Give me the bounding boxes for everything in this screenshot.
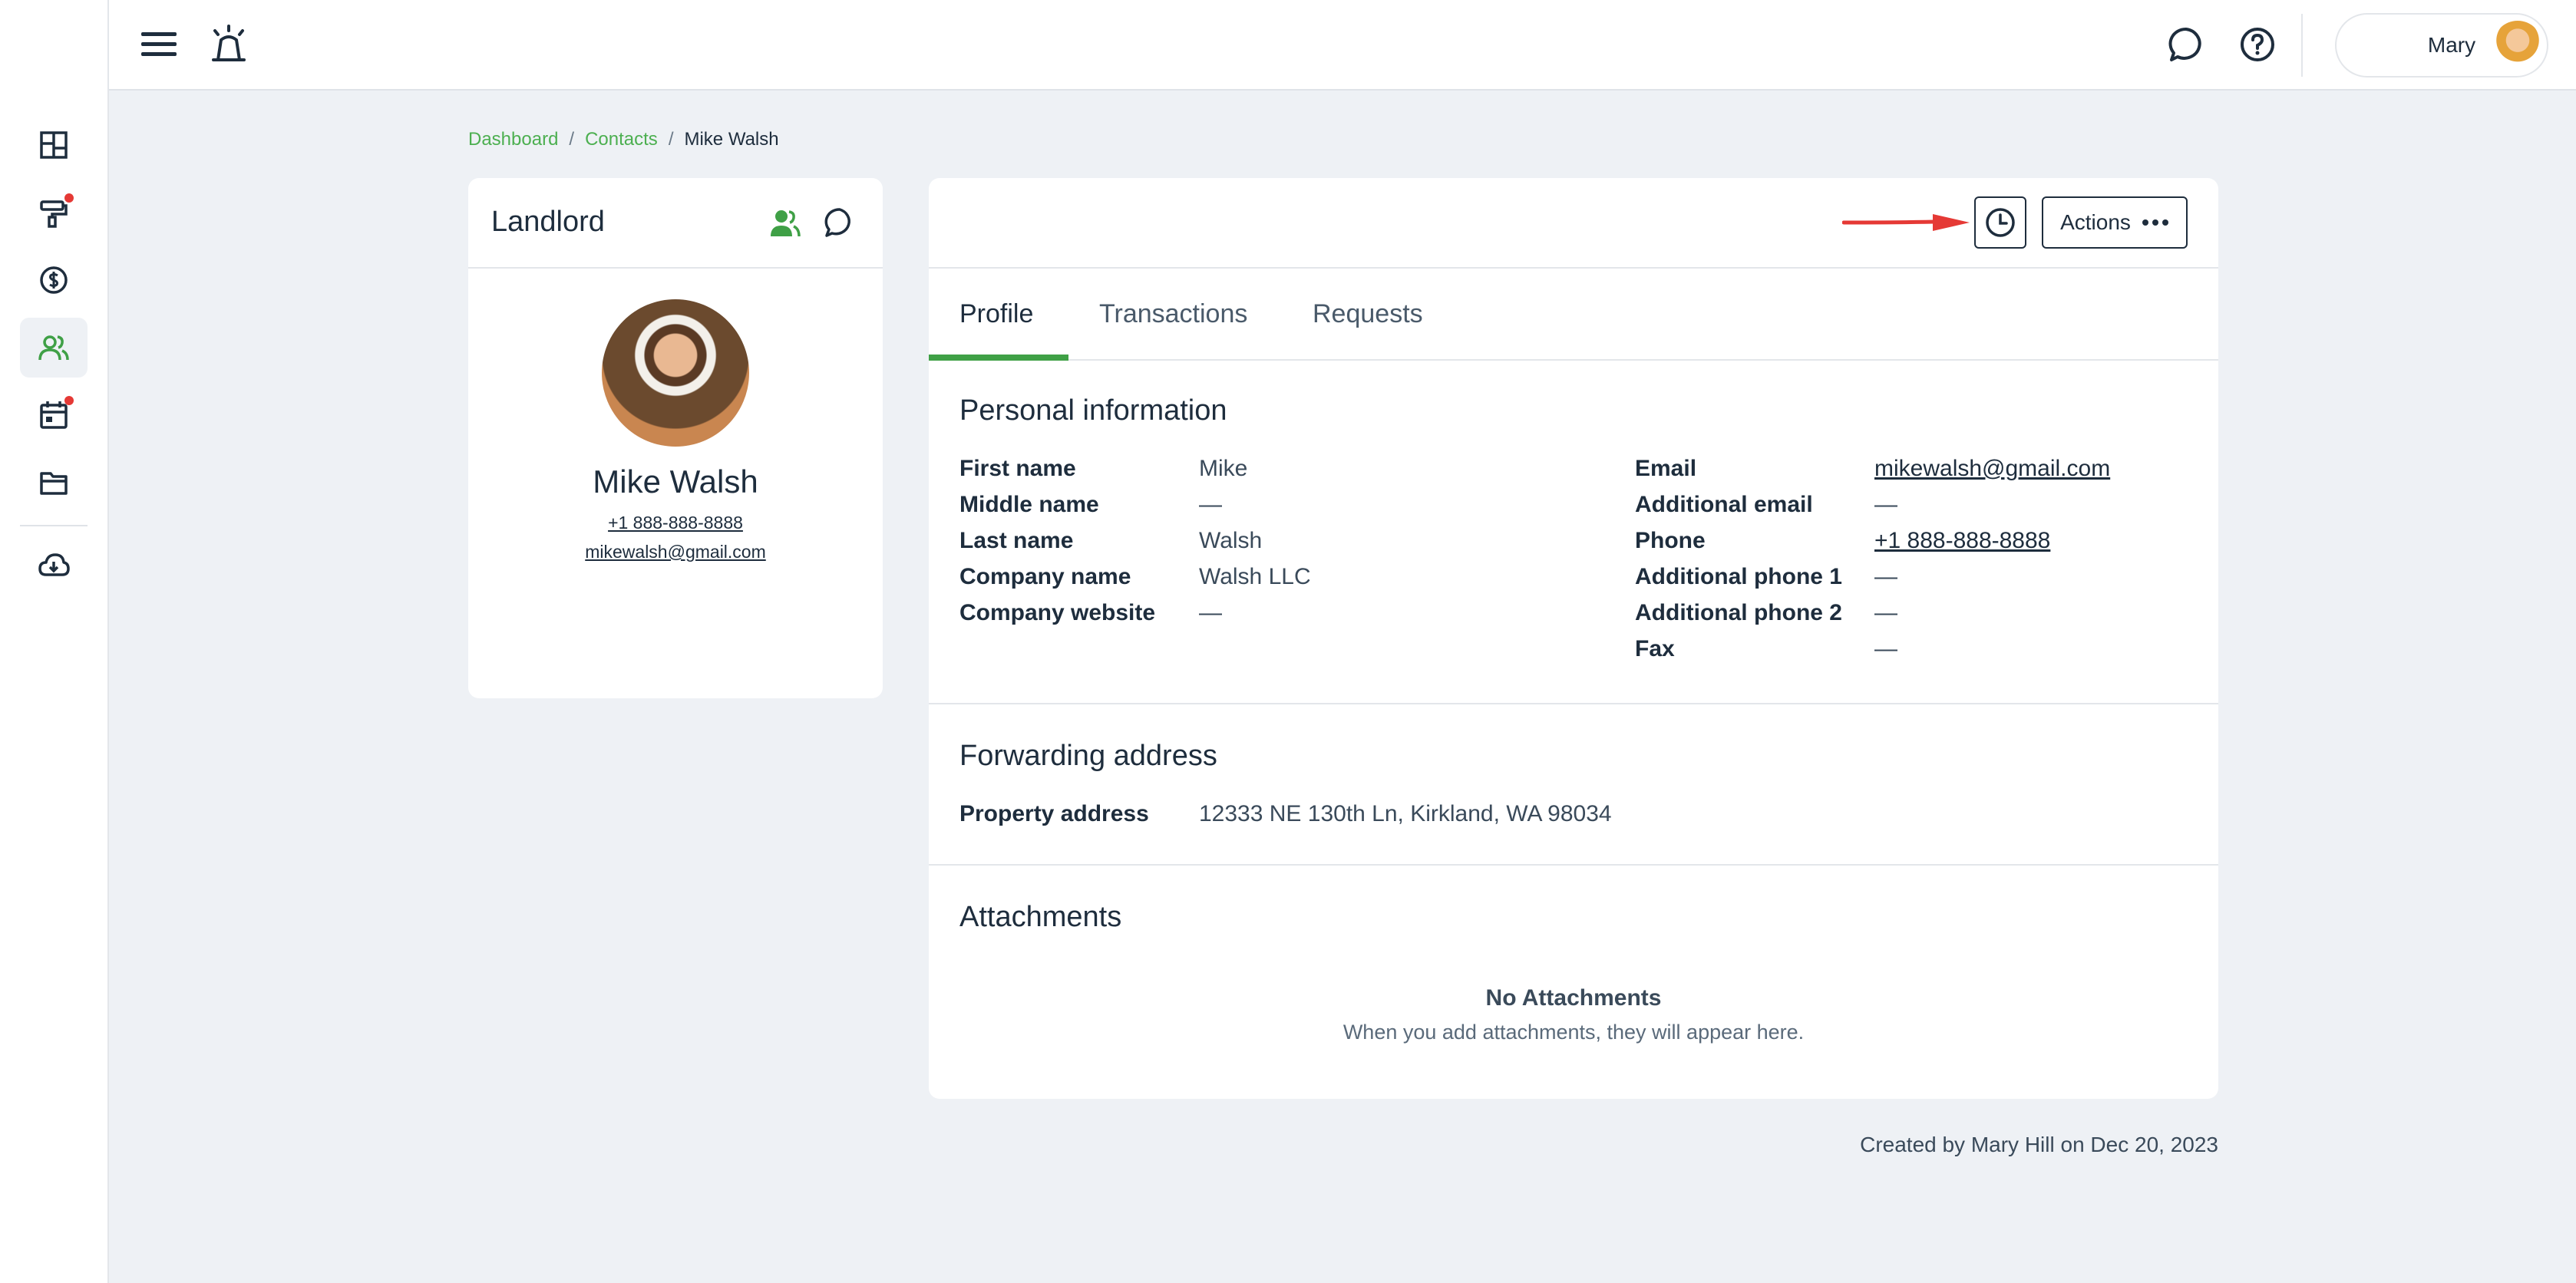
property-address-value: 12333 NE 130th Ln, Kirkland, WA 98034	[1199, 801, 1612, 826]
forwarding-address-section: Forwarding address Property address 1233…	[929, 704, 2218, 866]
email-link[interactable]: mikewalsh@gmail.com	[1874, 456, 2110, 482]
field-label: Additional phone 2	[1635, 600, 1842, 625]
profile-toolbar: Actions	[929, 178, 2218, 269]
personal-information-section: Personal information First name Mike Mid…	[929, 361, 2218, 704]
field-label: Additional email	[1635, 492, 1813, 517]
sidebar-item-files[interactable]	[20, 453, 88, 513]
field-value: —	[1874, 636, 1897, 661]
field-value: —	[1199, 492, 1222, 517]
field-value: Walsh	[1199, 528, 1263, 553]
tab-transactions[interactable]: Transactions	[1099, 299, 1247, 329]
contact-role: Landlord	[491, 206, 605, 238]
more-icon	[2142, 219, 2168, 226]
avatar	[2493, 21, 2542, 70]
sidebar-item-contacts[interactable]	[20, 318, 88, 378]
folder-icon	[40, 472, 68, 495]
help-icon[interactable]	[2238, 25, 2277, 64]
cloud-download-icon	[38, 553, 70, 576]
profile-card: Actions Profile Transactions Requests Pe…	[929, 178, 2218, 1099]
field-label: First name	[959, 456, 1076, 481]
tab-requests[interactable]: Requests	[1313, 299, 1423, 329]
actions-label: Actions	[2060, 210, 2131, 234]
history-button[interactable]	[1974, 196, 2026, 249]
contact-name: Mike Walsh	[593, 463, 758, 500]
contacts-icon	[38, 335, 69, 361]
field-label: Email	[1635, 456, 1697, 481]
section-title: Forwarding address	[959, 740, 1217, 772]
sidebar-item-download[interactable]	[20, 536, 88, 595]
user-icon[interactable]	[768, 206, 801, 239]
user-menu[interactable]: Mary	[2335, 13, 2548, 78]
field-label: Additional phone 1	[1635, 564, 1842, 589]
breadcrumb: Dashboard / Contacts / Mike Walsh	[468, 129, 779, 150]
field-value: Walsh LLC	[1199, 564, 1311, 589]
active-tab-indicator	[929, 355, 1068, 361]
chat-icon[interactable]	[2167, 25, 2205, 64]
attachments-section: Attachments No Attachments When you add …	[929, 866, 2218, 1096]
sidebar-item-dashboard[interactable]	[20, 115, 88, 175]
field-value: —	[1199, 600, 1222, 625]
clock-icon	[1986, 208, 2015, 237]
sidebar-divider	[20, 525, 88, 526]
contact-card: Landlord Mike Walsh +1 888-888-8888 mike…	[468, 178, 883, 698]
notification-badge	[64, 396, 74, 405]
dollar-icon	[40, 266, 68, 294]
contact-phone-link[interactable]: +1 888-888-8888	[468, 513, 883, 533]
breadcrumb-separator: /	[569, 129, 575, 150]
sidebar	[0, 91, 109, 1283]
section-title: Personal information	[959, 394, 1227, 427]
breadcrumb-current: Mike Walsh	[684, 129, 779, 150]
field-value: —	[1874, 564, 1897, 589]
top-bar: Mary	[0, 0, 2576, 91]
tab-profile[interactable]: Profile	[959, 299, 1033, 329]
sidebar-item-calendar[interactable]	[20, 385, 88, 445]
red-arrow-annotation	[1842, 214, 1970, 231]
contact-avatar	[602, 299, 749, 447]
field-label: Company name	[959, 564, 1131, 589]
alarm-icon[interactable]	[209, 23, 249, 66]
phone-link[interactable]: +1 888-888-8888	[1874, 528, 2050, 554]
header-divider	[2301, 14, 2303, 77]
field-value: —	[1874, 492, 1897, 517]
field-label: Phone	[1635, 528, 1706, 553]
contact-email-link[interactable]: mikewalsh@gmail.com	[468, 542, 883, 562]
user-name: Mary	[2427, 33, 2476, 57]
logo-area	[0, 0, 109, 91]
breadcrumb-separator: /	[668, 129, 674, 150]
notification-badge	[64, 193, 74, 203]
sidebar-item-maintenance[interactable]	[20, 183, 88, 242]
field-value: —	[1874, 600, 1897, 625]
profile-tabs: Profile Transactions Requests	[929, 269, 2218, 361]
breadcrumb-dashboard[interactable]: Dashboard	[468, 129, 558, 150]
empty-state-title: No Attachments	[1485, 985, 1662, 1011]
empty-state-subtitle: When you add attachments, they will appe…	[1342, 1021, 1805, 1044]
actions-button[interactable]: Actions	[2042, 196, 2188, 249]
hamburger-icon[interactable]	[141, 26, 177, 61]
field-label: Middle name	[959, 492, 1099, 517]
section-title: Attachments	[959, 901, 1122, 933]
sidebar-item-finance[interactable]	[20, 250, 88, 310]
field-label: Fax	[1635, 636, 1675, 661]
field-label: Company website	[959, 600, 1156, 625]
field-value: Mike	[1199, 456, 1248, 481]
chat-icon[interactable]	[823, 206, 857, 239]
field-label: Last name	[959, 528, 1074, 553]
dashboard-icon	[40, 131, 68, 159]
contact-card-header: Landlord	[468, 178, 883, 269]
created-by-text: Created by Mary Hill on Dec 20, 2023	[1860, 1133, 2218, 1156]
field-label: Property address	[959, 801, 1149, 826]
breadcrumb-contacts[interactable]: Contacts	[585, 129, 658, 150]
